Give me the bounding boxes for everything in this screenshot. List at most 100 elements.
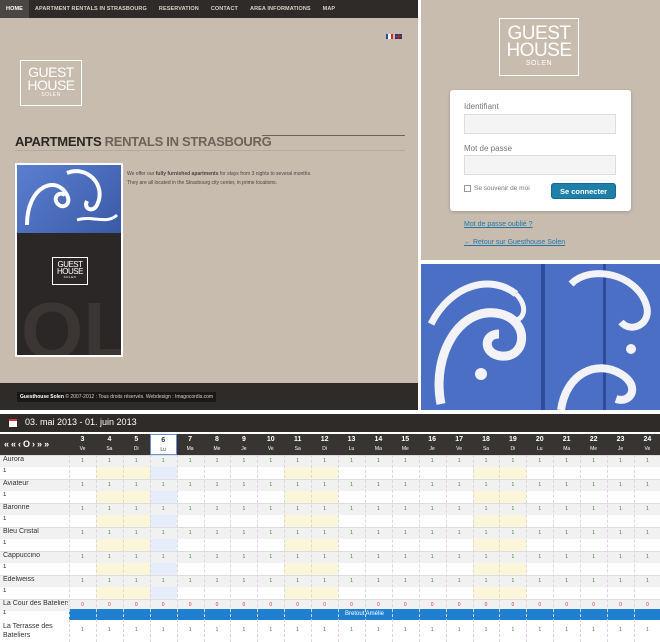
day-column-header[interactable]: 11 Sa [284,434,311,455]
availability-cell[interactable]: 1 [634,551,660,563]
availability-cell[interactable]: 1 [553,479,580,491]
availability-cell[interactable]: 1 [150,551,177,563]
uk-flag-icon[interactable] [395,34,402,39]
availability-cell[interactable]: 1 [338,551,365,563]
availability-cell[interactable]: 1 [204,527,231,539]
apartment-name[interactable]: Baronne [0,504,68,511]
availability-cell[interactable]: 1 [123,479,150,491]
forgot-password-link[interactable]: Mot de passe oublié ? [464,221,533,228]
availability-cell[interactable]: 1 [257,624,284,636]
availability-cell[interactable]: 1 [526,624,553,636]
availability-cell[interactable]: 1 [204,455,231,467]
availability-cell[interactable]: 1 [392,503,419,515]
availability-cell[interactable]: 1 [499,479,526,491]
availability-cell[interactable]: 1 [392,527,419,539]
availability-cell[interactable]: 1 [311,527,338,539]
availability-cell[interactable]: 1 [150,575,177,587]
availability-cell[interactable]: 1 [284,551,311,563]
availability-cell[interactable]: 1 [230,575,257,587]
availability-cell[interactable]: 1 [526,479,553,491]
availability-cell[interactable]: 1 [473,479,500,491]
nav-item-3[interactable]: CONTACT [205,0,244,18]
availability-cell[interactable]: 1 [96,527,123,539]
availability-cell[interactable]: 1 [284,527,311,539]
apartment-name[interactable]: Edelweiss [0,576,68,583]
availability-cell[interactable]: 1 [123,575,150,587]
availability-cell[interactable]: 1 [96,503,123,515]
availability-cell[interactable]: 1 [230,551,257,563]
availability-cell[interactable]: 1 [311,551,338,563]
availability-cell[interactable]: 1 [446,455,473,467]
availability-cell[interactable]: 1 [69,624,96,636]
availability-cell[interactable]: 1 [392,455,419,467]
day-column-header[interactable]: 21 Ma [553,434,580,455]
availability-cell[interactable]: 1 [96,551,123,563]
day-column-header[interactable]: 7 Ma [177,434,204,455]
availability-cell[interactable]: 1 [365,624,392,636]
nav-item-1[interactable]: APARTMENT RENTALS IN STRASBOURG [29,0,153,18]
availability-cell[interactable]: 1 [123,455,150,467]
availability-cell[interactable]: 1 [177,575,204,587]
availability-cell[interactable]: 1 [284,503,311,515]
nav-item-4[interactable]: AREA INFORMATIONS [244,0,317,18]
availability-cell[interactable]: 1 [553,624,580,636]
availability-cell[interactable]: 1 [499,575,526,587]
availability-cell[interactable]: 1 [634,479,660,491]
availability-cell[interactable]: 1 [580,527,607,539]
availability-cell[interactable]: 1 [526,551,553,563]
availability-cell[interactable]: 1 [257,551,284,563]
availability-cell[interactable]: 1 [150,503,177,515]
french-flag-icon[interactable] [386,34,393,39]
apartment-name[interactable]: Cappuccino [0,552,68,559]
availability-cell[interactable]: 1 [446,575,473,587]
day-column-header[interactable]: 17 Ve [446,434,473,455]
availability-cell[interactable]: 1 [607,527,634,539]
nav-item-5[interactable]: MAP [317,0,342,18]
remember-checkbox[interactable] [464,185,471,192]
availability-cell[interactable]: 1 [473,527,500,539]
apartment-name[interactable]: Aviateur [0,480,68,487]
availability-cell[interactable]: 1 [150,624,177,636]
availability-cell[interactable]: 1 [365,575,392,587]
availability-cell[interactable]: 1 [419,527,446,539]
availability-cell[interactable]: 1 [96,455,123,467]
availability-cell[interactable]: 1 [177,479,204,491]
availability-cell[interactable]: 1 [526,527,553,539]
site-logo[interactable]: GUEST HOUSE SOLEN [20,60,82,106]
availability-cell[interactable]: 1 [338,479,365,491]
availability-cell[interactable]: 1 [607,551,634,563]
availability-cell[interactable]: 1 [177,455,204,467]
availability-cell[interactable]: 1 [150,479,177,491]
availability-cell[interactable]: 1 [311,575,338,587]
availability-cell[interactable]: 1 [419,624,446,636]
day-column-header[interactable]: 6 Lu [149,434,177,455]
availability-cell[interactable]: 1 [526,575,553,587]
availability-cell[interactable]: 1 [204,575,231,587]
availability-cell[interactable]: 1 [392,624,419,636]
availability-cell[interactable]: 1 [204,503,231,515]
availability-cell[interactable]: 1 [499,551,526,563]
availability-cell[interactable]: 1 [419,503,446,515]
availability-cell[interactable]: 1 [607,575,634,587]
day-column-header[interactable]: 9 Je [230,434,257,455]
availability-cell[interactable]: 1 [580,575,607,587]
availability-cell[interactable]: 1 [446,624,473,636]
availability-cell[interactable]: 1 [473,503,500,515]
day-column-header[interactable]: 18 Sa [473,434,500,455]
availability-cell[interactable]: 1 [607,479,634,491]
availability-cell[interactable]: 1 [284,455,311,467]
availability-cell[interactable]: 1 [69,551,96,563]
availability-cell[interactable]: 1 [230,527,257,539]
availability-cell[interactable]: 1 [446,527,473,539]
day-column-header[interactable]: 15 Me [392,434,419,455]
calendar-nav-6[interactable]: » [44,439,49,449]
apartment-name[interactable]: Bleu Cristal [0,528,68,535]
day-column-header[interactable]: 22 Me [580,434,607,455]
availability-cell[interactable]: 1 [607,503,634,515]
day-column-header[interactable]: 20 Lu [526,434,553,455]
availability-cell[interactable]: 1 [392,575,419,587]
availability-cell[interactable]: 1 [473,455,500,467]
availability-cell[interactable]: 1 [123,527,150,539]
availability-cell[interactable]: 1 [123,503,150,515]
availability-cell[interactable]: 1 [580,455,607,467]
